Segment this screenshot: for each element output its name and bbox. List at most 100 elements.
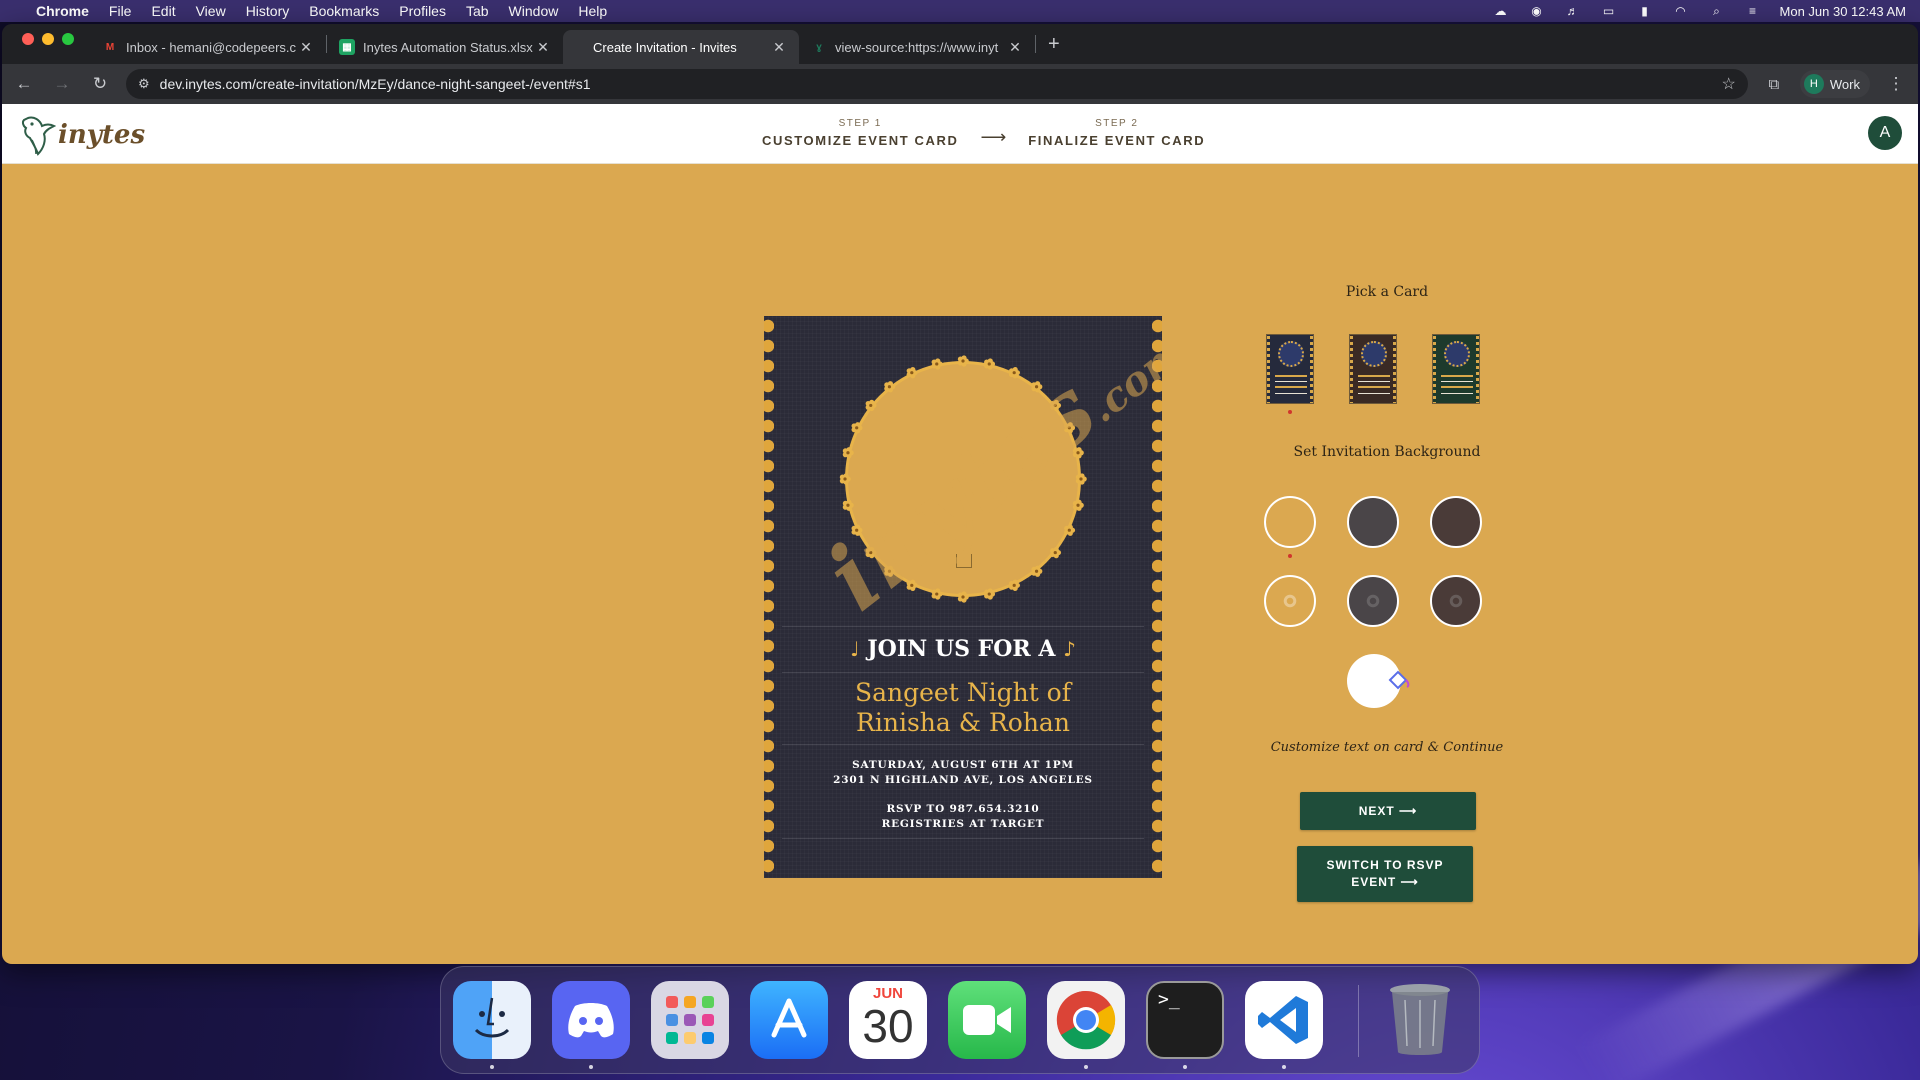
flower-icon: [865, 399, 877, 412]
upload-photo-icon[interactable]: [956, 554, 972, 568]
profile-button[interactable]: H Work: [1799, 70, 1870, 98]
menu-bookmarks[interactable]: Bookmarks: [309, 3, 379, 19]
step-2[interactable]: STEP 2 FINALIZE EVENT CARD: [1028, 118, 1205, 148]
card-scallop-border: [764, 316, 774, 878]
flower-icon: [1064, 524, 1076, 536]
menu-app-name[interactable]: Chrome: [36, 3, 89, 19]
browser-toolbar: ← → ↻ ⚙ dev.inytes.com/create-invitation…: [2, 64, 1918, 104]
card-variant-2[interactable]: [1349, 334, 1397, 404]
menu-tab[interactable]: Tab: [466, 3, 489, 19]
tab-search-icon[interactable]: ⧉: [1762, 76, 1786, 93]
menu-profiles[interactable]: Profiles: [399, 3, 446, 19]
discord-icon[interactable]: [552, 981, 630, 1059]
airdrop-icon[interactable]: ◉: [1528, 4, 1546, 18]
switch-to-rsvp-button[interactable]: SWITCH TO RSVP EVENT ⟶: [1297, 846, 1473, 902]
background-swatch-3[interactable]: [1430, 496, 1482, 548]
control-center-icon[interactable]: ≡: [1744, 4, 1762, 18]
address-bar[interactable]: ⚙ dev.inytes.com/create-invitation/MzEy/…: [126, 69, 1748, 99]
paint-bucket-icon: [1388, 670, 1410, 690]
tab-sheets[interactable]: ▦ Inytes Automation Status.xlsx ✕: [327, 30, 563, 64]
back-arrow-icon[interactable]: ←: [12, 74, 36, 94]
flower-icon: [1050, 546, 1062, 559]
close-tab-icon[interactable]: ✕: [535, 39, 551, 56]
selected-card-indicator: [1288, 410, 1292, 414]
calendar-icon[interactable]: JUN 30: [849, 981, 927, 1059]
card-event-details[interactable]: SATURDAY, AUGUST 6TH AT 1PM 2301 N HIGHL…: [764, 758, 1162, 788]
menu-file[interactable]: File: [109, 3, 132, 19]
step-1-label: CUSTOMIZE EVENT CARD: [762, 132, 959, 148]
tab-title: view-source:https://www.inyt: [835, 39, 999, 55]
minimize-window-button[interactable]: [42, 33, 54, 45]
app-store-icon[interactable]: [750, 981, 828, 1059]
music-note-icon: ♪: [1063, 637, 1076, 661]
flower-icon: [1064, 422, 1076, 434]
bookmark-star-icon[interactable]: ☆: [1722, 74, 1736, 94]
menu-help[interactable]: Help: [578, 3, 607, 19]
terminal-icon[interactable]: >_: [1146, 981, 1224, 1059]
gmail-icon: M: [105, 41, 115, 53]
close-window-button[interactable]: [22, 33, 34, 45]
flower-icon: [842, 499, 854, 511]
vscode-icon[interactable]: [1245, 981, 1323, 1059]
menu-view[interactable]: View: [196, 3, 226, 19]
tab-gmail[interactable]: M Inbox - hemani@codepeers.c ✕: [90, 30, 326, 64]
next-button[interactable]: NEXT ⟶: [1300, 792, 1476, 830]
card-variant-3[interactable]: [1432, 334, 1480, 404]
profile-name: Work: [1829, 76, 1860, 92]
close-tab-icon[interactable]: ✕: [298, 39, 314, 56]
card-intro-text[interactable]: ♩ JOIN US FOR A ♪: [764, 636, 1162, 662]
more-menu-icon[interactable]: ⋮: [1884, 74, 1908, 94]
facetime-icon[interactable]: [948, 981, 1026, 1059]
menu-history[interactable]: History: [246, 3, 290, 19]
trash-icon[interactable]: [1381, 981, 1459, 1059]
invitation-card-preview[interactable]: inytes.com ♩ JOIN US FOR A ♪ Sangeet Nig…: [764, 316, 1162, 878]
display-icon[interactable]: ▭: [1600, 4, 1618, 18]
background-swatch-4[interactable]: [1264, 575, 1316, 627]
chrome-icon[interactable]: [1047, 981, 1125, 1059]
menu-window[interactable]: Window: [509, 3, 559, 19]
site-header: inytes STEP 1 CUSTOMIZE EVENT CARD ⟶ STE…: [2, 104, 1918, 164]
flower-icon: [1009, 367, 1020, 379]
inytes-logo[interactable]: inytes: [20, 112, 145, 158]
step-indicator: STEP 1 CUSTOMIZE EVENT CARD ⟶ STEP 2 FIN…: [762, 117, 1205, 148]
background-swatch-1[interactable]: [1264, 496, 1316, 548]
battery-icon[interactable]: ▮: [1636, 4, 1654, 18]
card-variant-1[interactable]: [1266, 334, 1314, 404]
finder-icon[interactable]: [453, 981, 531, 1059]
menu-edit[interactable]: Edit: [151, 3, 175, 19]
tab-create-invitation[interactable]: Create Invitation - Invites ✕: [563, 30, 799, 64]
weather-icon[interactable]: ☁: [1492, 4, 1510, 18]
background-swatch-6[interactable]: [1430, 575, 1482, 627]
card-scallop-border: [1152, 316, 1162, 878]
close-tab-icon[interactable]: ✕: [771, 39, 787, 56]
new-tab-button[interactable]: +: [1048, 33, 1060, 56]
customize-hint: Customize text on card & Continue: [1270, 740, 1504, 755]
menu-clock[interactable]: Mon Jun 30 12:43 AM: [1780, 4, 1906, 19]
background-swatch-2[interactable]: [1347, 496, 1399, 548]
step-1[interactable]: STEP 1 CUSTOMIZE EVENT CARD: [762, 118, 958, 148]
page-content: inytes STEP 1 CUSTOMIZE EVENT CARD ⟶ STE…: [2, 104, 1918, 964]
close-tab-icon[interactable]: ✕: [1007, 39, 1023, 56]
window-controls: [2, 33, 74, 59]
zoom-window-button[interactable]: [62, 33, 74, 45]
site-info-icon[interactable]: ⚙: [138, 76, 150, 92]
audio-icon[interactable]: ♬: [1564, 4, 1582, 18]
tab-view-source[interactable]: ɣ view-source:https://www.inyt ✕: [799, 30, 1035, 64]
wifi-icon[interactable]: ◠: [1672, 4, 1690, 18]
forward-arrow-icon[interactable]: →: [50, 74, 74, 94]
pick-card-title: Pick a Card: [1345, 284, 1429, 300]
flower-icon: [906, 579, 918, 591]
card-headline[interactable]: Sangeet Night of Rinisha & Rohan: [764, 678, 1162, 738]
launchpad-icon[interactable]: [651, 981, 729, 1059]
spotlight-search-icon[interactable]: ⌕: [1708, 4, 1726, 18]
reload-icon[interactable]: ↻: [88, 74, 112, 94]
browser-window: M Inbox - hemani@codepeers.c ✕ ▦ Inytes …: [2, 24, 1918, 964]
step-arrow-icon: ⟶: [980, 127, 1007, 147]
card-rsvp-details[interactable]: RSVP TO 987.654.3210 REGISTRIES AT TARGE…: [764, 802, 1162, 832]
user-avatar[interactable]: A: [1868, 116, 1902, 150]
background-swatch-5[interactable]: [1347, 575, 1399, 627]
flower-icon: [1050, 399, 1062, 412]
url-text[interactable]: dev.inytes.com/create-invitation/MzEy/da…: [160, 76, 1722, 92]
flower-pattern-icon: [1363, 591, 1383, 611]
flower-icon: [957, 355, 969, 367]
